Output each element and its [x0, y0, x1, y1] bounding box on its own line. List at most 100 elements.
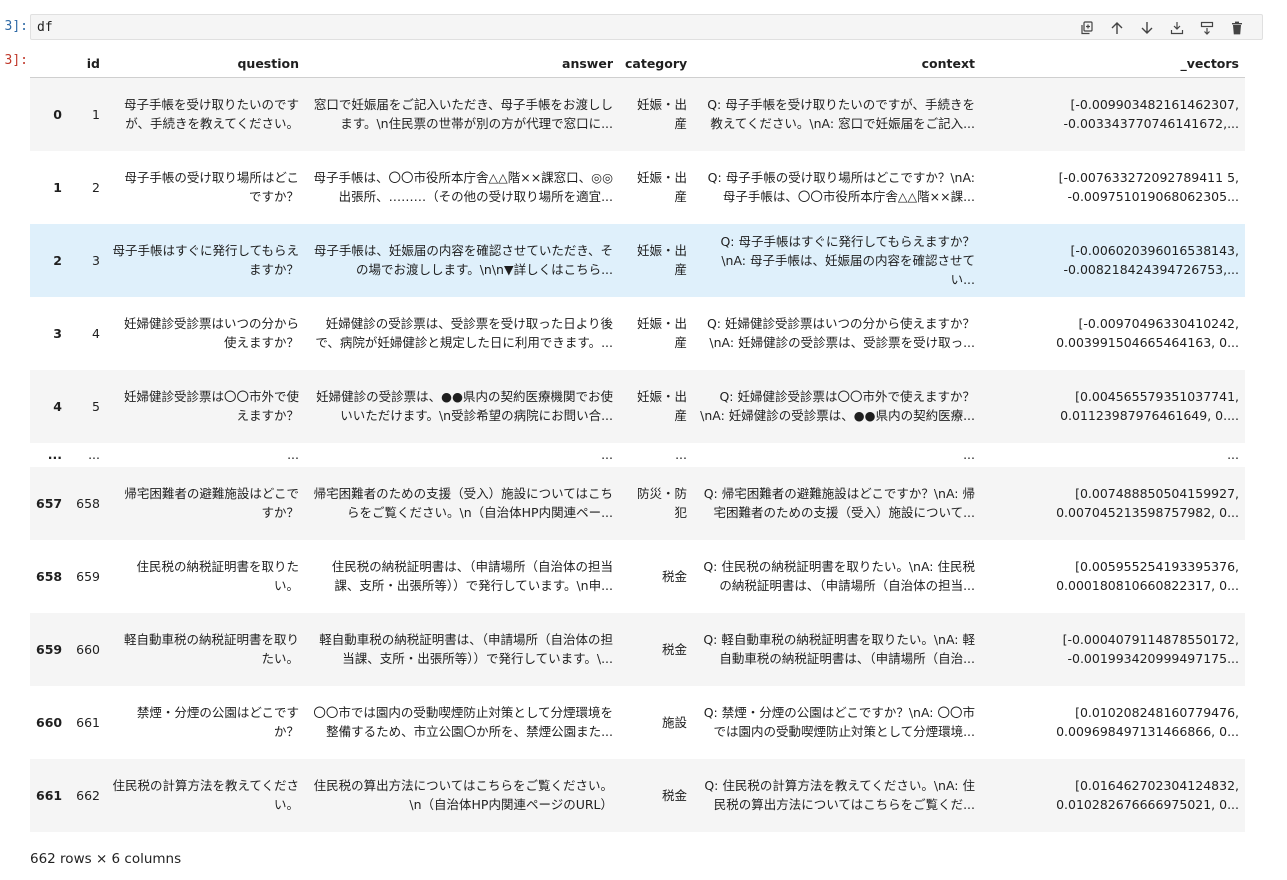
cell-text: 母子手帳の受け取り場所はどこですか？	[124, 170, 299, 204]
cell-id: 2	[92, 179, 100, 195]
cell-question: 住民税の納税証明書を取りたい。	[106, 540, 305, 613]
cell-id: 3	[92, 252, 100, 268]
cell-text: 妊娠・出産	[636, 389, 687, 423]
cell-context: Q: 軽自動車税の納税証明書を取りたい。\nA: 軽自動車税の納税証明書は、（申…	[693, 613, 981, 686]
trash-icon	[1232, 21, 1242, 35]
insert-below-button[interactable]	[1192, 18, 1222, 38]
cell-text: Q: 住民税の計算方法を教えてください。\nA: 住民税の算出方法についてはこち…	[704, 778, 975, 812]
cell-vectors: [-0.007633272092789411 5, -0.00975101906…	[981, 151, 1245, 224]
delete-cell-button[interactable]	[1222, 18, 1252, 38]
table-row[interactable]: 0 1 母子手帳を受け取りたいのですが、手続きを教えてください。 窓口で妊娠届を…	[30, 77, 1245, 151]
cell-vectors: [0.005955254193395376, 0.000180810660822…	[981, 540, 1245, 613]
table-row[interactable]: 1 2 母子手帳の受け取り場所はどこですか？ 母子手帳は、〇〇市役所本庁舎△△階…	[30, 151, 1245, 224]
cell-text: 母子手帳はすぐに発行してもらえますか？	[112, 243, 299, 277]
cell-text: Q: 母子手帳の受け取り場所はどこですか？\nA: 母子手帳は、〇〇市役所本庁舎…	[707, 170, 975, 204]
move-up-button[interactable]	[1102, 18, 1132, 38]
cell-context: Q: 母子手帳の受け取り場所はどこですか？\nA: 母子手帳は、〇〇市役所本庁舎…	[693, 151, 981, 224]
cell-answer: 住民税の算出方法についてはこちらをご覧ください。\n（自治体HP内関連ページのU…	[305, 759, 619, 832]
table-row[interactable]: 3 4 妊婦健診受診票はいつの分から使えますか？ 妊婦健診の受診票は、受診票を受…	[30, 297, 1245, 370]
cell-context: Q: 住民税の納税証明書を取りたい。\nA: 住民税の納税証明書は、（申請場所（…	[693, 540, 981, 613]
input-prompt: 3]:	[4, 19, 28, 34]
cell-text: 妊婦健診の受診票は、受診票を受け取った日より後で、病院が妊婦健診と規定した日に利…	[315, 316, 613, 350]
column-header: id	[68, 50, 106, 78]
code-cell-input[interactable]: df	[30, 14, 1263, 40]
cell-vectors: [-0.009903482161462307, -0.0033437707461…	[981, 78, 1245, 151]
cell-text: 禁煙・分煙の公園はどこですか？	[136, 705, 299, 739]
cell-id: 660	[76, 641, 100, 657]
cell-text: 妊娠・出産	[636, 316, 687, 350]
table-row[interactable]: 4 5 妊婦健診受診票は〇〇市外で使えますか？ 妊婦健診の受診票は、●●県内の契…	[30, 369, 1245, 443]
dataframe-shape-summary: 662 rows × 6 columns	[30, 851, 182, 867]
ellipsis-row: ... ... ... ... ... ... ...	[30, 443, 1245, 467]
cell-text: 住民税の計算方法を教えてください。	[112, 778, 299, 812]
table-row[interactable]: 659 660 軽自動車税の納税証明書を取りたい。 軽自動車税の納税証明書は、（…	[30, 612, 1245, 686]
cell-context: Q: 母子手帳はすぐに発行してもらえますか？\nA: 母子手帳は、妊娠届の内容を…	[693, 224, 981, 297]
cell-text: Q: 軽自動車税の納税証明書を取りたい。\nA: 軽自動車税の納税証明書は、（申…	[703, 632, 975, 666]
cell-text: 軽自動車税の納税証明書は、（申請場所（自治体の担当課、支所・出張所等））で発行し…	[319, 632, 613, 666]
cell-text: 妊娠・出産	[636, 97, 687, 132]
cell-toolbar	[1072, 18, 1252, 38]
cell-text: Q: 禁煙・分煙の公園はどこですか？\nA: 〇〇市では園内の受動喫煙防止対策と…	[703, 705, 975, 739]
cell-vectors: [-0.006020396016538143, -0.0082184243947…	[981, 224, 1245, 297]
cell-answer: 母子手帳は、妊娠届の内容を確認させていただき、その場でお渡しします。\n\n▼詳…	[305, 224, 619, 297]
move-down-button[interactable]	[1132, 18, 1162, 38]
cell-text: [-0.007633272092789411 5, -0.00975101906…	[1058, 170, 1239, 204]
column-header: context	[693, 50, 981, 78]
cell-vectors: [-0.00970496330410242, 0.003991504665464…	[981, 297, 1245, 370]
cell-vectors: [-0.0004079114878550172, -0.001993420999…	[981, 613, 1245, 686]
cell-text: 税金	[661, 641, 687, 657]
code-text[interactable]: df	[37, 20, 53, 35]
insert-above-icon	[1170, 22, 1184, 35]
cell-text: Q: 母子手帳はすぐに発行してもらえますか？\nA: 母子手帳は、妊娠届の内容を…	[720, 233, 975, 287]
cell-context: Q: 母子手帳を受け取りたいのですが、手続きを教えてください。\nA: 窓口で妊…	[693, 78, 981, 151]
cell-answer: 母子手帳は、〇〇市役所本庁舎△△階××課窓口、◎◎出張所、………（その他の受け取…	[305, 151, 619, 224]
row-index: 659	[36, 641, 63, 657]
cell-text: Q: 母子手帳を受け取りたいのですが、手続きを教えてください。\nA: 窓口で妊…	[707, 97, 975, 132]
row-index: 661	[36, 787, 63, 803]
cell-text: 住民税の納税証明書は、（申請場所（自治体の担当課、支所・出張所等））で発行してい…	[331, 559, 613, 593]
table-row[interactable]: 2 3 母子手帳はすぐに発行してもらえますか？ 母子手帳は、妊娠届の内容を確認さ…	[30, 223, 1245, 297]
cell-answer: 帰宅困難者のための支援（受入）施設についてはこちらをご覧ください。\n（自治体H…	[305, 467, 619, 540]
cell-category: 妊娠・出産	[619, 151, 693, 224]
duplicate-cell-button[interactable]	[1072, 18, 1102, 38]
cell-answer: ...	[601, 446, 613, 462]
cell-answer: 窓口で妊娠届をご記入いただき、母子手帳をお渡しします。\n住民票の世帯が別の方が…	[305, 78, 619, 151]
row-index: 0	[53, 106, 62, 122]
cell-question: 軽自動車税の納税証明書を取りたい。	[106, 613, 305, 686]
cell-category: 防災・防犯	[619, 467, 693, 540]
table-row[interactable]: 657 658 帰宅困難者の避難施設はどこですか？ 帰宅困難者のための支援（受入…	[30, 466, 1245, 540]
cell-text: [0.010208248160779476, 0.009698497131466…	[1056, 705, 1239, 739]
cell-category: 税金	[619, 613, 693, 686]
cell-id: ...	[88, 446, 100, 462]
column-header: _vectors	[981, 50, 1245, 78]
cell-context: Q: 妊婦健診受診票は〇〇市外で使えますか？\nA: 妊婦健診の受診票は、●●県…	[693, 370, 981, 443]
cell-context: Q: 住民税の計算方法を教えてください。\nA: 住民税の算出方法についてはこち…	[693, 759, 981, 832]
cell-question: 住民税の計算方法を教えてください。	[106, 759, 305, 832]
table-row[interactable]: 658 659 住民税の納税証明書を取りたい。 住民税の納税証明書は、（申請場所…	[30, 540, 1245, 613]
cell-text: 帰宅困難者の避難施設はどこですか？	[124, 486, 299, 520]
cell-category: 妊娠・出産	[619, 78, 693, 151]
cell-id: 659	[76, 568, 100, 584]
cell-context: Q: 妊婦健診受診票はいつの分から使えますか？\nA: 妊婦健診の受診票は、受診…	[693, 297, 981, 370]
cell-text: 妊婦健診受診票は〇〇市外で使えますか？	[123, 389, 299, 423]
cell-vectors: [0.016462702304124832, 0.010282676666975…	[981, 759, 1245, 832]
row-index: 4	[53, 398, 62, 414]
cell-vectors: ...	[1227, 446, 1239, 462]
cell-category: 税金	[619, 759, 693, 832]
table-row[interactable]: 660 661 禁煙・分煙の公園はどこですか？ 〇〇市では園内の受動喫煙防止対策…	[30, 686, 1245, 759]
cell-text: Q: 妊婦健診受診票はいつの分から使えますか？\nA: 妊婦健診の受診票は、受診…	[706, 316, 975, 350]
arrow-down-icon	[1141, 22, 1153, 34]
cell-id: 658	[76, 495, 100, 511]
insert-above-button[interactable]	[1162, 18, 1192, 38]
table-row[interactable]: 661 662 住民税の計算方法を教えてください。 住民税の算出方法についてはこ…	[30, 758, 1245, 832]
cell-question: 妊婦健診受診票は〇〇市外で使えますか？	[106, 370, 305, 443]
cell-category: 妊娠・出産	[619, 370, 693, 443]
cell-text: 妊娠・出産	[636, 243, 687, 277]
cell-answer: 〇〇市では園内の受動喫煙防止対策として分煙環境を整備するため、市立公園〇か所を、…	[305, 686, 619, 759]
cell-text: 窓口で妊娠届をご記入いただき、母子手帳をお渡しします。\n住民票の世帯が別の方が…	[313, 97, 613, 132]
cell-text: 税金	[661, 568, 687, 584]
cell-context: ...	[963, 446, 975, 462]
cell-question: 母子手帳を受け取りたいのですが、手続きを教えてください。	[106, 78, 305, 151]
cell-text: [0.005955254193395376, 0.000180810660822…	[1056, 559, 1239, 593]
cell-answer: 軽自動車税の納税証明書は、（申請場所（自治体の担当課、支所・出張所等））で発行し…	[305, 613, 619, 686]
